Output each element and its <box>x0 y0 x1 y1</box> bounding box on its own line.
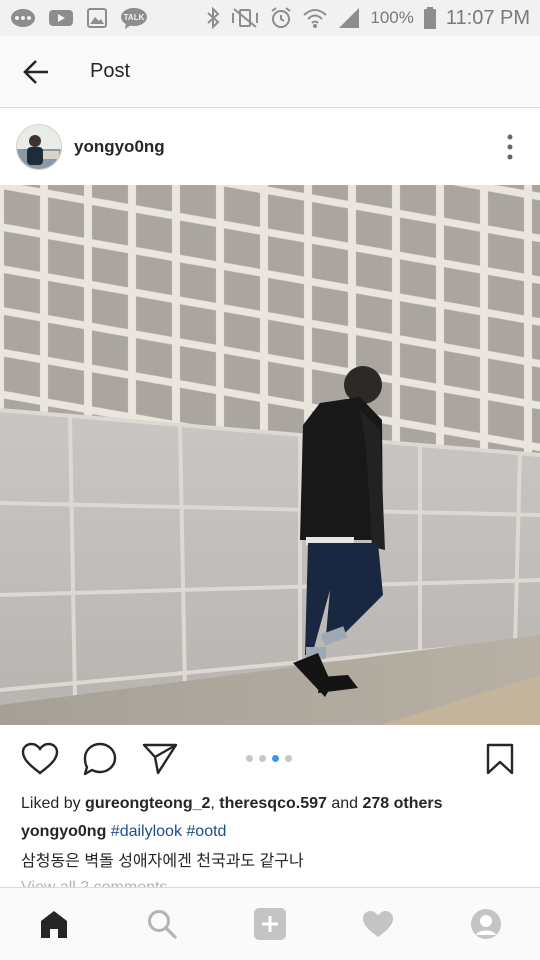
more-vertical-icon <box>507 134 513 160</box>
more-options-button[interactable] <box>496 127 524 167</box>
caption-text: 삼청동은 벽돌 성애자에겐 천국과도 같구나 <box>21 853 304 870</box>
carousel-indicator <box>246 755 292 762</box>
nav-new-post[interactable] <box>240 894 300 954</box>
likes-sep: , <box>210 795 220 812</box>
arrow-left-icon <box>23 59 48 84</box>
app-header: Post <box>0 36 540 108</box>
heart-icon <box>363 911 393 937</box>
plus-square-icon <box>254 908 286 940</box>
post-actions <box>0 726 540 792</box>
like-button[interactable] <box>18 737 62 781</box>
status-bar: TALK 100% 11:07 PM <box>0 0 540 36</box>
kakaotalk-icon: TALK <box>121 8 147 29</box>
hashtag[interactable]: #dailylook <box>111 823 182 840</box>
nav-profile[interactable] <box>456 894 516 954</box>
liker-username[interactable]: theresqco.597 <box>219 795 327 812</box>
talk-label: TALK <box>124 13 145 22</box>
bluetooth-icon <box>207 7 220 29</box>
liker-username[interactable]: gureongteong_2 <box>85 795 210 812</box>
likes-mid: and <box>326 795 363 812</box>
nav-activity[interactable] <box>348 894 408 954</box>
home-icon <box>41 911 67 938</box>
carousel-dot <box>259 755 266 762</box>
youtube-icon <box>49 10 73 26</box>
save-button[interactable] <box>478 737 522 781</box>
carousel-dot <box>246 755 253 762</box>
nav-search[interactable] <box>132 894 192 954</box>
battery-percent: 100% <box>370 8 414 27</box>
signal-icon <box>339 8 360 28</box>
search-icon <box>148 910 177 939</box>
bookmark-icon <box>486 743 514 775</box>
clock: 11:07 PM <box>445 6 530 29</box>
post-header: yongyo0ng <box>0 109 540 185</box>
likes-summary: Liked by gureongteong_2, theresqco.597 a… <box>21 795 443 813</box>
carousel-dot-active <box>272 755 279 762</box>
comment-button[interactable] <box>78 737 122 781</box>
wifi-icon <box>303 9 328 28</box>
caption: yongyo0ng #dailylook #ootd <box>21 823 226 841</box>
caption-username[interactable]: yongyo0ng <box>21 823 106 840</box>
vibrate-icon <box>232 8 259 28</box>
carousel-dot <box>285 755 292 762</box>
chat-bubble-icon <box>11 9 35 27</box>
likes-prefix: Liked by <box>21 795 86 812</box>
direct-send-icon <box>142 743 178 775</box>
avatar[interactable] <box>16 124 62 170</box>
hashtag[interactable]: #ootd <box>186 823 226 840</box>
post-username[interactable]: yongyo0ng <box>74 137 165 157</box>
alarm-icon <box>271 7 291 28</box>
share-button[interactable] <box>138 737 182 781</box>
nav-home[interactable] <box>24 894 84 954</box>
gallery-icon <box>87 8 107 28</box>
page-title: Post <box>90 60 131 82</box>
bottom-nav <box>0 887 540 960</box>
back-button[interactable] <box>0 36 72 108</box>
post-photo[interactable] <box>0 185 540 725</box>
comment-icon <box>83 742 117 776</box>
profile-icon <box>471 909 501 939</box>
heart-icon <box>21 742 59 775</box>
battery-icon <box>423 7 436 29</box>
others-link[interactable]: 278 others <box>362 795 442 812</box>
